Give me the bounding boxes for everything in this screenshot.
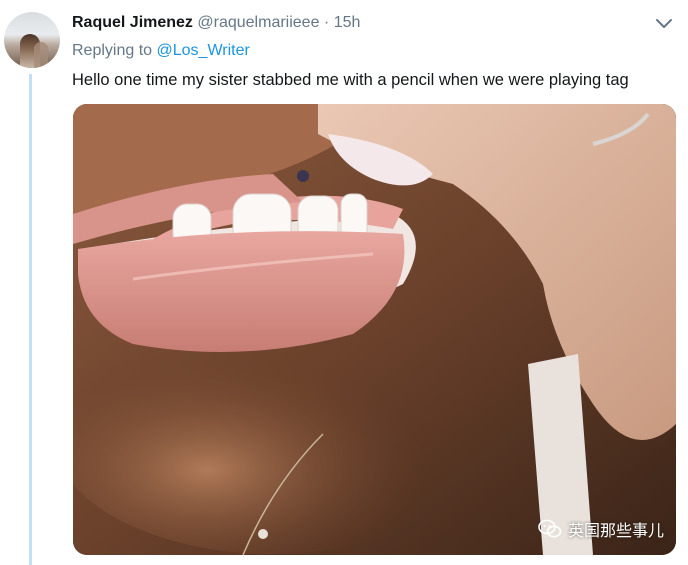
thread-line [29, 74, 32, 565]
chevron-down-icon [656, 19, 672, 28]
tweet-header: Raquel Jimenez @raquelmariieee · 15h [72, 12, 360, 34]
author-name[interactable]: Raquel Jimenez [72, 14, 193, 31]
author-avatar[interactable] [4, 12, 60, 68]
tweet-menu-button[interactable] [654, 14, 674, 32]
avatar-figure-secondary [34, 42, 48, 68]
tweet-media-photo[interactable]: 英国那些事儿 [73, 104, 676, 555]
photo-watermark: 英国那些事儿 [538, 517, 664, 541]
replying-to: Replying to @Los_Writer [72, 40, 250, 62]
tweet-card[interactable]: Raquel Jimenez @raquelmariieee · 15h Rep… [0, 0, 688, 565]
author-handle[interactable]: @raquelmariieee [197, 14, 319, 31]
tweet-timestamp[interactable]: 15h [334, 14, 361, 31]
replying-prefix: Replying to [72, 42, 153, 59]
replying-mention-link[interactable]: @Los_Writer [157, 42, 250, 59]
tweet-text: Hello one time my sister stabbed me with… [72, 71, 629, 89]
wechat-icon [538, 519, 562, 538]
watermark-label: 英国那些事儿 [567, 521, 664, 540]
header-separator: · [323, 14, 330, 31]
photo-image [73, 104, 676, 555]
